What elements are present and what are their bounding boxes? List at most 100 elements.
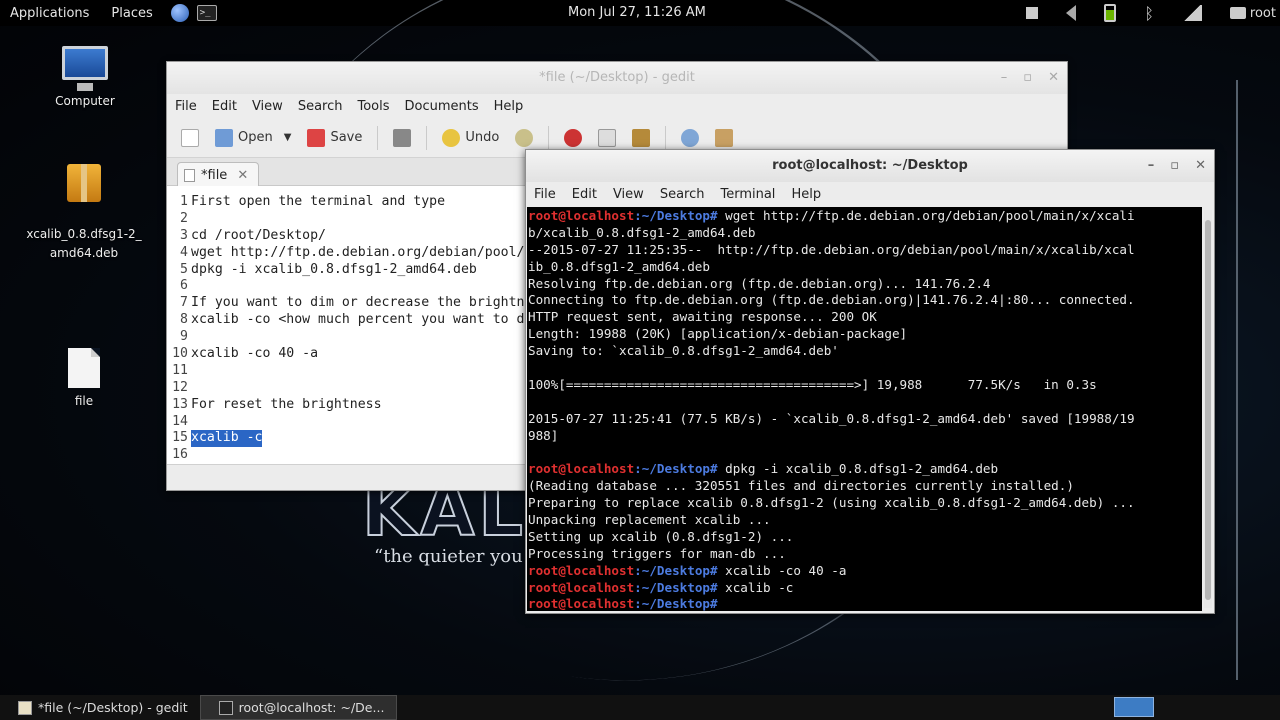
workspace-switcher[interactable]	[1114, 697, 1154, 717]
iceweasel-icon[interactable]	[170, 4, 189, 22]
line-number: 2	[180, 210, 188, 226]
undo-label: Undo	[465, 130, 500, 145]
replace-button[interactable]	[711, 127, 737, 149]
chevron-down-icon[interactable]: ▼	[284, 132, 292, 143]
terminal-text: Length: 19988 (20K) [application/x-debia…	[528, 326, 908, 342]
desktop-icon-file[interactable]: file	[60, 348, 108, 408]
taskbar-item-terminal[interactable]: root@localhost: ~/De...	[199, 695, 398, 720]
user-menu[interactable]: root	[1229, 6, 1276, 21]
line-number: 14	[172, 413, 188, 429]
desktop-icon-computer[interactable]: Computer	[50, 46, 120, 108]
accessibility-icon[interactable]	[1026, 7, 1039, 19]
taskbar-item-gedit[interactable]: *file (~/Desktop) - gedit	[0, 695, 200, 720]
system-tray: ᛒ root	[1026, 0, 1280, 26]
tab-close-icon[interactable]: ✕	[237, 168, 248, 183]
prompt-user: root@localhost	[528, 579, 635, 595]
new-document-icon	[181, 128, 199, 147]
battery-icon[interactable]	[1104, 4, 1117, 22]
scrollbar-thumb[interactable]	[1205, 220, 1211, 600]
maximize-button[interactable]: ▫	[1023, 62, 1032, 94]
terminal-text: HTTP request sent, awaiting response... …	[528, 309, 877, 325]
terminal-text: ib_0.8.dfsg1-2_amd64.deb	[528, 258, 710, 274]
save-label: Save	[330, 130, 363, 145]
tab-label: *file	[201, 167, 228, 183]
menu-search[interactable]: Search	[298, 99, 343, 114]
close-button[interactable]: ✕	[1195, 150, 1206, 182]
terminal-command-line: root@localhost:~/Desktop# wget http://ft…	[528, 208, 1202, 225]
prompt-path: :~/Desktop#	[634, 562, 718, 578]
line-number: 8	[180, 312, 188, 328]
print-button[interactable]	[389, 127, 415, 149]
menu-file[interactable]: File	[534, 187, 556, 202]
redo-button[interactable]	[511, 127, 537, 149]
launchers: >_	[170, 4, 217, 22]
menu-help[interactable]: Help	[791, 187, 821, 202]
tab-file[interactable]: *file ✕	[177, 162, 259, 187]
open-button[interactable]: Open ▼	[211, 127, 295, 149]
line-text: First open the terminal and type	[191, 194, 446, 209]
copy-button[interactable]	[594, 127, 620, 149]
terminal-text: b/xcalib_0.8.dfsg1-2_amd64.deb	[528, 224, 756, 240]
paste-button[interactable]	[628, 127, 654, 149]
terminal-output-line: Processing triggers for man-db ...	[528, 546, 1202, 563]
gedit-title: *file (~/Desktop) - gedit	[539, 70, 695, 85]
minimize-button[interactable]: –	[1148, 150, 1155, 182]
line-number: 10	[172, 346, 188, 362]
menu-search[interactable]: Search	[660, 187, 705, 202]
terminal-text: Connecting to ftp.de.debian.org (ftp.de.…	[528, 292, 1135, 308]
places-menu[interactable]: Places	[89, 6, 152, 21]
save-button[interactable]: Save	[303, 127, 366, 149]
folder-icon	[215, 128, 233, 147]
menu-view[interactable]: View	[252, 99, 283, 114]
terminal-output-line: Preparing to replace xcalib 0.8.dfsg1-2 …	[528, 495, 1202, 512]
gedit-titlebar[interactable]: *file (~/Desktop) - gedit – ▫ ✕	[167, 62, 1067, 94]
taskbar-label: root@localhost: ~/De...	[238, 700, 385, 715]
new-document-button[interactable]	[177, 127, 203, 149]
toolbar-separator	[377, 125, 379, 150]
terminal-text: --2015-07-27 11:25:35-- http://ftp.de.de…	[528, 241, 1135, 257]
close-button[interactable]: ✕	[1048, 62, 1059, 94]
line-number: 12	[172, 379, 188, 395]
terminal-window: root@localhost: ~/Desktop – ▫ ✕ File Edi…	[525, 149, 1215, 614]
menu-tools[interactable]: Tools	[357, 99, 389, 114]
maximize-button[interactable]: ▫	[1170, 150, 1179, 182]
minimize-button[interactable]: –	[1001, 62, 1008, 94]
undo-icon	[442, 128, 461, 147]
menu-help[interactable]: Help	[494, 99, 524, 114]
terminal-scrollbar[interactable]	[1204, 210, 1212, 608]
terminal-output-line: Resolving ftp.de.debian.org (ftp.de.debi…	[528, 276, 1202, 293]
terminal-text: Resolving ftp.de.debian.org (ftp.de.debi…	[528, 275, 991, 291]
terminal-titlebar[interactable]: root@localhost: ~/Desktop – ▫ ✕	[526, 150, 1214, 182]
menu-file[interactable]: File	[175, 99, 197, 114]
prompt-path: :~/Desktop#	[634, 579, 718, 595]
menu-edit[interactable]: Edit	[572, 187, 597, 202]
terminal-launcher-icon[interactable]: >_	[196, 5, 217, 21]
prompt-path: :~/Desktop#	[634, 208, 718, 223]
bottom-panel: *file (~/Desktop) - gedit root@localhost…	[0, 695, 1280, 720]
terminal-text: xcalib -c	[717, 579, 794, 595]
cut-button[interactable]	[560, 127, 586, 149]
menu-view[interactable]: View	[613, 187, 644, 202]
network-icon[interactable]	[1181, 5, 1202, 21]
bluetooth-icon[interactable]: ᛒ	[1144, 4, 1154, 23]
undo-button[interactable]: Undo	[438, 127, 503, 149]
terminal-output[interactable]: root@localhost:~/Desktop# wget http://ft…	[527, 207, 1202, 611]
paste-icon	[632, 128, 651, 147]
volume-icon[interactable]	[1066, 5, 1077, 21]
find-button[interactable]	[677, 127, 703, 149]
menu-edit[interactable]: Edit	[212, 99, 237, 114]
toolbar-separator	[426, 125, 428, 150]
prompt-user: root@localhost	[528, 208, 635, 223]
terminal-menubar: File Edit View Search Terminal Help	[526, 182, 1214, 206]
applications-menu[interactable]: Applications	[0, 6, 89, 21]
line-text: cd /root/Desktop/	[191, 227, 326, 243]
gedit-window-controls: – ▫ ✕	[1001, 62, 1059, 94]
line-number: 5	[180, 261, 188, 277]
menu-terminal[interactable]: Terminal	[720, 187, 775, 202]
terminal-command-line: root@localhost:~/Desktop# xcalib -co 40 …	[528, 563, 1202, 580]
user-icon	[1229, 7, 1246, 19]
menu-documents[interactable]: Documents	[405, 99, 479, 114]
line-text: xcalib -co 40 -a	[191, 346, 319, 362]
desktop-icon-deb-package[interactable]: xcalib_0.8.dfsg1-2_ amd64.deb	[18, 145, 150, 282]
